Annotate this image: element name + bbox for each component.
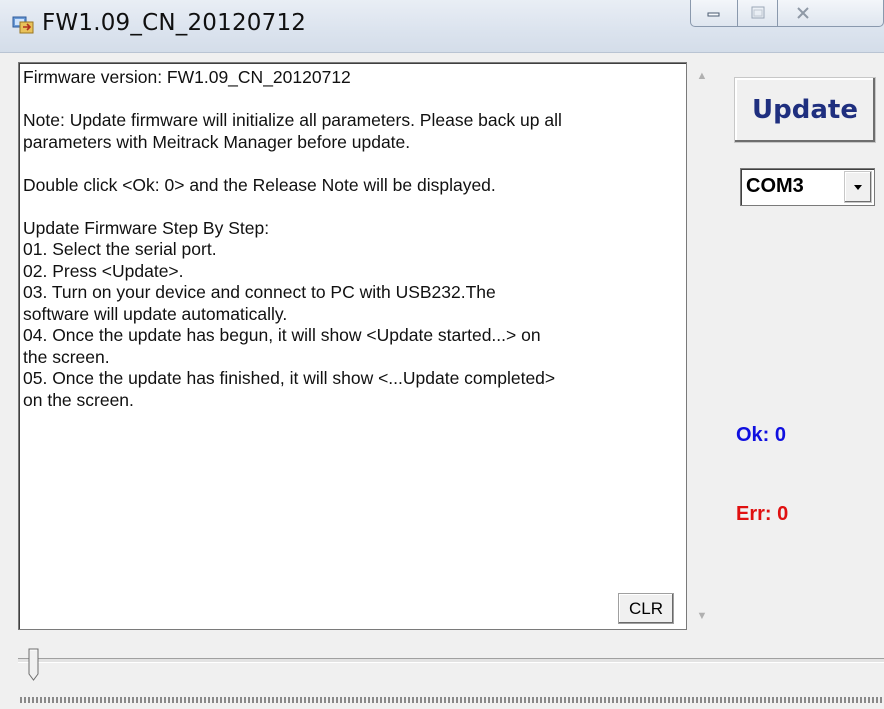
maximize-button[interactable] (738, 0, 778, 27)
log-line: the screen. (23, 346, 110, 367)
log-line: on the screen. (23, 389, 134, 410)
close-button[interactable] (778, 0, 884, 27)
title-bar[interactable]: FW1.09_CN_20120712 (0, 0, 884, 53)
caption-buttons (690, 0, 884, 30)
progress-trackbar[interactable] (18, 658, 884, 663)
chevron-down-icon[interactable] (844, 171, 872, 203)
log-line: Double click <Ok: 0> and the Release Not… (23, 174, 496, 195)
log-content: Firmware version: FW1.09_CN_20120712 Not… (23, 67, 663, 411)
log-line: parameters with Meitrack Manager before … (23, 131, 411, 152)
maximize-icon (751, 6, 764, 19)
update-button[interactable]: Update (734, 77, 876, 143)
app-transfer-icon (12, 14, 34, 34)
log-line: Update Firmware Step By Step: (23, 217, 270, 238)
trackbar-thumb[interactable] (28, 648, 40, 682)
log-textbox[interactable]: Firmware version: FW1.09_CN_20120712 Not… (18, 62, 687, 630)
log-vertical-scrollbar[interactable]: ▲ ▼ (687, 62, 717, 630)
port-select-value: COM3 (746, 175, 804, 197)
scroll-down-icon[interactable]: ▼ (687, 604, 717, 628)
minimize-button[interactable] (690, 0, 738, 27)
log-line: Note: Update firmware will initialize al… (23, 110, 562, 130)
log-line: 02. Press <Update>. (23, 260, 184, 281)
err-count-label: Err: 0 (736, 503, 789, 525)
scroll-up-icon[interactable]: ▲ (687, 64, 717, 88)
port-select[interactable]: COM3 (740, 168, 875, 206)
close-icon (796, 7, 809, 19)
log-line: 04. Once the update has begun, it will s… (23, 325, 541, 345)
clear-button[interactable]: CLR (618, 593, 674, 624)
log-line: 01. Select the serial port. (23, 239, 217, 259)
log-line: 03. Turn on your device and connect to P… (23, 282, 496, 302)
window-title: FW1.09_CN_20120712 (42, 10, 307, 36)
log-line: software will update automatically. (23, 303, 288, 324)
ok-count-label[interactable]: Ok: 0 (736, 424, 786, 447)
trackbar-ticks (20, 697, 882, 703)
minimize-icon (707, 12, 720, 17)
log-line: 05. Once the update has finished, it wil… (23, 368, 556, 388)
log-line: Firmware version: FW1.09_CN_20120712 (23, 67, 351, 87)
